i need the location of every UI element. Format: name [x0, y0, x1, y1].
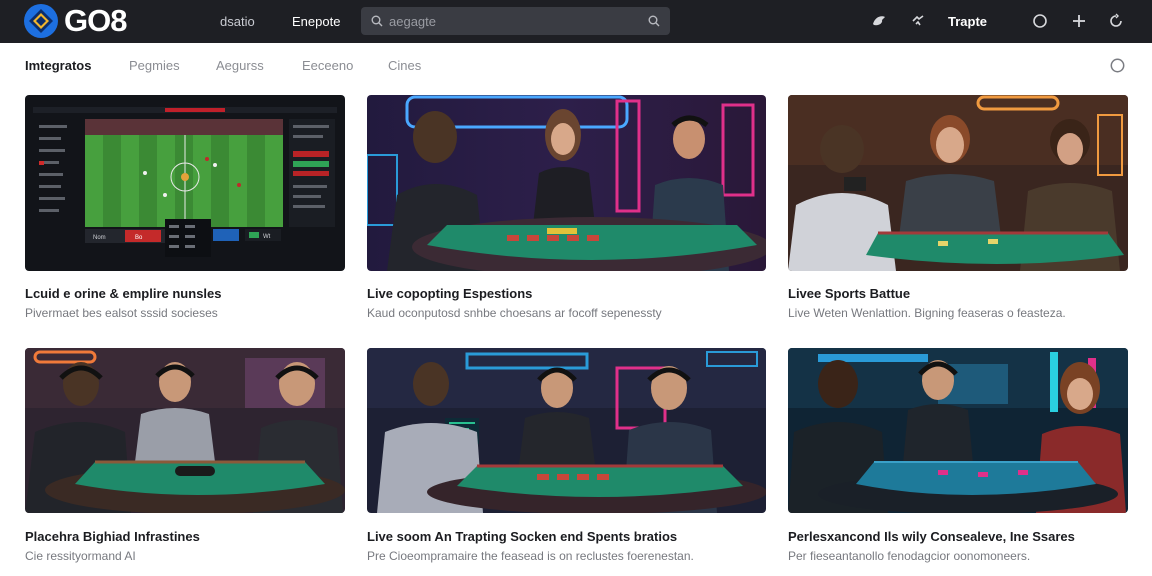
tab-1[interactable]: Imtegratos [25, 58, 91, 73]
card-title: Lcuid e orine & emplire nunsles [25, 286, 222, 301]
card-title: Perlesxancond Ils wily Consealeve, Ine S… [788, 529, 1075, 544]
tab-2[interactable]: Pegmies [129, 58, 180, 73]
logo[interactable]: GO8 [24, 3, 127, 39]
top-bar: GO8 dsatio Enepote Trapte [0, 0, 1152, 43]
scoreboard-label-1: Nom [93, 235, 106, 241]
card-hybrid-infrastructure[interactable]: Placehra Bighiad Infrastines Cie ressity… [25, 348, 345, 570]
search-input[interactable] [389, 13, 648, 29]
card-description: Kaud oconputosd snhbe choesans ar focoff… [367, 306, 662, 320]
card-description: Pre Cioeompramaire the feasead is on rec… [367, 549, 694, 563]
card-description: Pivermaet bes ealsot sssid socieses [25, 306, 218, 320]
bird-icon[interactable] [870, 12, 888, 30]
nav-link-1[interactable]: dsatio [220, 14, 255, 29]
card-thumbnail [788, 348, 1128, 513]
card-thumbnail [25, 348, 345, 513]
card-description: Per fieseantanollo fenodagcior oonomonee… [788, 549, 1031, 563]
tab-5[interactable]: Cines [388, 58, 421, 73]
options-circle-icon[interactable] [1110, 58, 1125, 73]
logo-diamond-icon [24, 4, 58, 38]
search-submit-icon[interactable] [648, 15, 660, 27]
scoreboard-label-3: Wt [263, 234, 271, 240]
card-thumbnail [367, 348, 766, 513]
logo-text: GO8 [64, 3, 127, 38]
search-bar[interactable] [361, 7, 670, 35]
card-title: Livee Sports Battue [788, 286, 911, 301]
refresh-icon[interactable] [1107, 12, 1125, 30]
card-sports-dashboard[interactable]: Nom Bo Wt Lcuid e orine & emplire nunsle… [25, 95, 345, 325]
card-description: Cie ressityormand AI [25, 549, 136, 563]
category-tabs: Imtegratos Pegmies Aegurss Eeceeno Cines [0, 43, 1152, 89]
card-thumbnail [788, 95, 1128, 271]
top-right-link[interactable]: Trapte [948, 14, 987, 29]
card-title: Placehra Bighiad Infrastines [25, 529, 200, 544]
nav-link-2[interactable]: Enepote [292, 14, 340, 29]
card-title: Live soom An Trapting Socken end Spents … [367, 529, 678, 544]
diamond-arrow-icon[interactable] [909, 12, 927, 30]
card-live-room-trading[interactable]: Live soom An Trapting Socken end Spents … [367, 348, 766, 570]
card-description: Live Weten Wenlattion. Bigning feaseras … [788, 306, 1066, 320]
card-title: Live copopting Espestions [367, 286, 533, 301]
tab-4[interactable]: Eeceeno [302, 58, 353, 73]
card-personalized-consoles[interactable]: Perlesxancond Ils wily Consealeve, Ine S… [788, 348, 1128, 570]
card-thumbnail [367, 95, 766, 271]
search-icon [371, 15, 383, 27]
card-sports-battle[interactable]: Livee Sports Battue Live Weten Wenlattio… [788, 95, 1128, 325]
card-thumbnail: Nom Bo Wt [25, 95, 345, 271]
circle-icon[interactable] [1031, 12, 1049, 30]
tab-3[interactable]: Aegurss [216, 58, 264, 73]
scoreboard-label-2: Bo [135, 235, 143, 241]
card-live-dealer[interactable]: Live copopting Espestions Kaud oconputos… [367, 95, 766, 325]
plus-icon[interactable] [1070, 12, 1088, 30]
